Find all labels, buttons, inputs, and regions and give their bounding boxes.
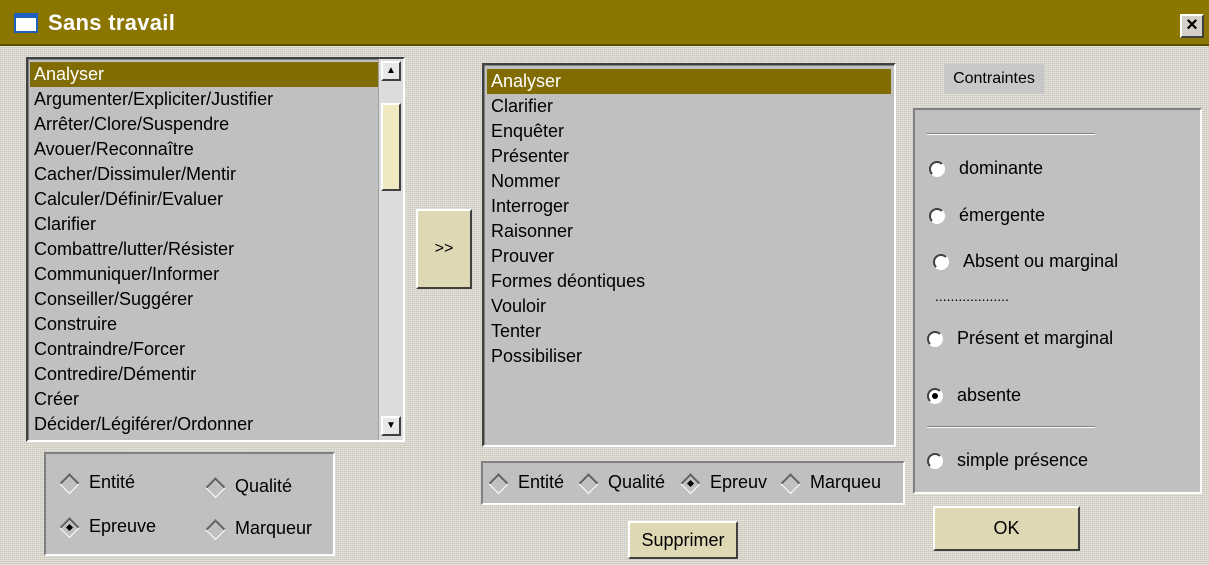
option-label: Présent et marginal bbox=[957, 328, 1114, 348]
constraint-option-absente[interactable]: absente bbox=[927, 385, 1021, 406]
close-button[interactable]: × bbox=[1180, 14, 1204, 38]
diamond-radio-icon bbox=[58, 472, 81, 494]
constraint-option-dominante[interactable]: dominante bbox=[929, 158, 1043, 179]
list-item[interactable]: Avouer/Reconnaître bbox=[30, 137, 378, 162]
verb-list-scrollbar[interactable]: ▲ ▼ bbox=[378, 59, 403, 440]
radio-checked-icon bbox=[927, 388, 943, 405]
list-item[interactable]: Contredire/Démentir bbox=[30, 362, 378, 387]
list-item[interactable]: Cacher/Dissimuler/Mentir bbox=[30, 162, 378, 187]
selected-list-items: Analyser Clarifier Enquêter Présenter Nommer… bbox=[487, 69, 891, 369]
option-label: Qualité bbox=[608, 472, 666, 492]
separator-line bbox=[927, 133, 1095, 135]
delete-button[interactable]: Supprimer bbox=[628, 521, 738, 559]
radio-icon bbox=[927, 453, 943, 470]
selected-list[interactable]: Analyser Clarifier Enquêter Présenter Nommer… bbox=[482, 63, 896, 447]
scroll-thumb[interactable] bbox=[381, 103, 401, 191]
separator-line bbox=[927, 426, 1095, 428]
constraint-option-simple-presence[interactable]: simple présence bbox=[927, 450, 1088, 471]
list-item[interactable]: Construire bbox=[30, 312, 378, 337]
left-type-option-epreuve[interactable]: Epreuve bbox=[58, 516, 157, 538]
diamond-radio-icon bbox=[779, 472, 802, 494]
list-item[interactable]: Analyser bbox=[30, 62, 378, 87]
option-label: Epreuv bbox=[710, 472, 768, 492]
option-label: émergente bbox=[959, 205, 1046, 225]
option-label: Qualité bbox=[235, 476, 293, 496]
option-label: Marqueur bbox=[235, 518, 313, 538]
right-type-option-marqueur[interactable]: Marqueu bbox=[779, 472, 882, 494]
constraint-option-absent-ou-marginal[interactable]: Absent ou marginal bbox=[933, 251, 1118, 272]
diamond-radio-checked-icon bbox=[679, 472, 702, 494]
list-item[interactable]: Présenter bbox=[487, 144, 891, 169]
option-label: Epreuve bbox=[89, 516, 157, 536]
list-item[interactable]: Créer bbox=[30, 387, 378, 412]
scroll-up-icon[interactable]: ▲ bbox=[381, 61, 401, 81]
list-item[interactable]: Prouver bbox=[487, 244, 891, 269]
right-type-option-entite[interactable]: Entité bbox=[487, 472, 565, 494]
list-item[interactable]: Vouloir bbox=[487, 294, 891, 319]
list-item[interactable]: Raisonner bbox=[487, 219, 891, 244]
option-label: Marqueu bbox=[810, 472, 882, 492]
ok-button[interactable]: OK bbox=[933, 506, 1080, 551]
option-label: Entité bbox=[89, 472, 136, 492]
option-label: Absent ou marginal bbox=[963, 251, 1119, 271]
right-type-option-epreuve[interactable]: Epreuv bbox=[679, 472, 768, 494]
radio-icon bbox=[933, 254, 949, 271]
constraints-title: Contraintes bbox=[944, 64, 1044, 94]
title-bar: Sans travail × bbox=[0, 0, 1209, 46]
list-item[interactable]: Calculer/Définir/Evaluer bbox=[30, 187, 378, 212]
left-type-option-marqueur[interactable]: Marqueur bbox=[204, 518, 313, 540]
radio-icon bbox=[927, 331, 943, 348]
right-type-option-qualite[interactable]: Qualité bbox=[577, 472, 666, 494]
constraint-option-present-et-marginal[interactable]: Présent et marginal bbox=[927, 328, 1113, 349]
scroll-down-icon[interactable]: ▼ bbox=[381, 416, 401, 436]
left-type-group: Entité Qualité Epreuve Marqueur bbox=[44, 452, 335, 556]
right-type-group: Entité Qualité Epreuv Marqueu bbox=[481, 461, 905, 505]
list-item[interactable]: Clarifier bbox=[487, 94, 891, 119]
constraint-option-emergente[interactable]: émergente bbox=[929, 205, 1045, 226]
option-label: dominante bbox=[959, 158, 1044, 178]
left-type-option-qualite[interactable]: Qualité bbox=[204, 476, 293, 498]
list-item[interactable]: Argumenter/Expliciter/Justifier bbox=[30, 87, 378, 112]
dotted-separator: ................... bbox=[935, 288, 1009, 304]
diamond-radio-icon bbox=[204, 518, 227, 540]
list-item[interactable]: Tenter bbox=[487, 319, 891, 344]
list-item[interactable]: Interroger bbox=[487, 194, 891, 219]
list-item[interactable]: Décider/Légiférer/Ordonner bbox=[30, 412, 378, 437]
list-item[interactable]: Combattre/lutter/Résister bbox=[30, 237, 378, 262]
window-icon bbox=[14, 13, 38, 33]
list-item[interactable]: Conseiller/Suggérer bbox=[30, 287, 378, 312]
option-label: Entité bbox=[518, 472, 565, 492]
option-label: absente bbox=[957, 385, 1022, 405]
list-item[interactable]: Possibiliser bbox=[487, 344, 891, 369]
left-type-option-entite[interactable]: Entité bbox=[58, 472, 136, 494]
radio-icon bbox=[929, 208, 945, 225]
verb-list-items: Analyser Argumenter/Expliciter/Justifier A… bbox=[30, 62, 378, 437]
add-button[interactable]: >> bbox=[416, 209, 472, 289]
list-item[interactable]: Formes déontiques bbox=[487, 269, 891, 294]
diamond-radio-icon bbox=[487, 472, 510, 494]
list-item[interactable]: Clarifier bbox=[30, 212, 378, 237]
list-item[interactable]: Enquêter bbox=[487, 119, 891, 144]
option-label: simple présence bbox=[957, 450, 1089, 470]
list-item[interactable]: Communiquer/Informer bbox=[30, 262, 378, 287]
diamond-radio-checked-icon bbox=[58, 516, 81, 538]
constraints-panel: dominante émergente Absent ou marginal .… bbox=[913, 108, 1202, 494]
radio-icon bbox=[929, 161, 945, 178]
diamond-radio-icon bbox=[577, 472, 600, 494]
diamond-radio-icon bbox=[204, 476, 227, 498]
list-item[interactable]: Contraindre/Forcer bbox=[30, 337, 378, 362]
list-item[interactable]: Arrêter/Clore/Suspendre bbox=[30, 112, 378, 137]
verb-list[interactable]: Analyser Argumenter/Expliciter/Justifier A… bbox=[26, 57, 405, 442]
window-title: Sans travail bbox=[48, 10, 176, 35]
list-item[interactable]: Analyser bbox=[487, 69, 891, 94]
list-item[interactable]: Nommer bbox=[487, 169, 891, 194]
